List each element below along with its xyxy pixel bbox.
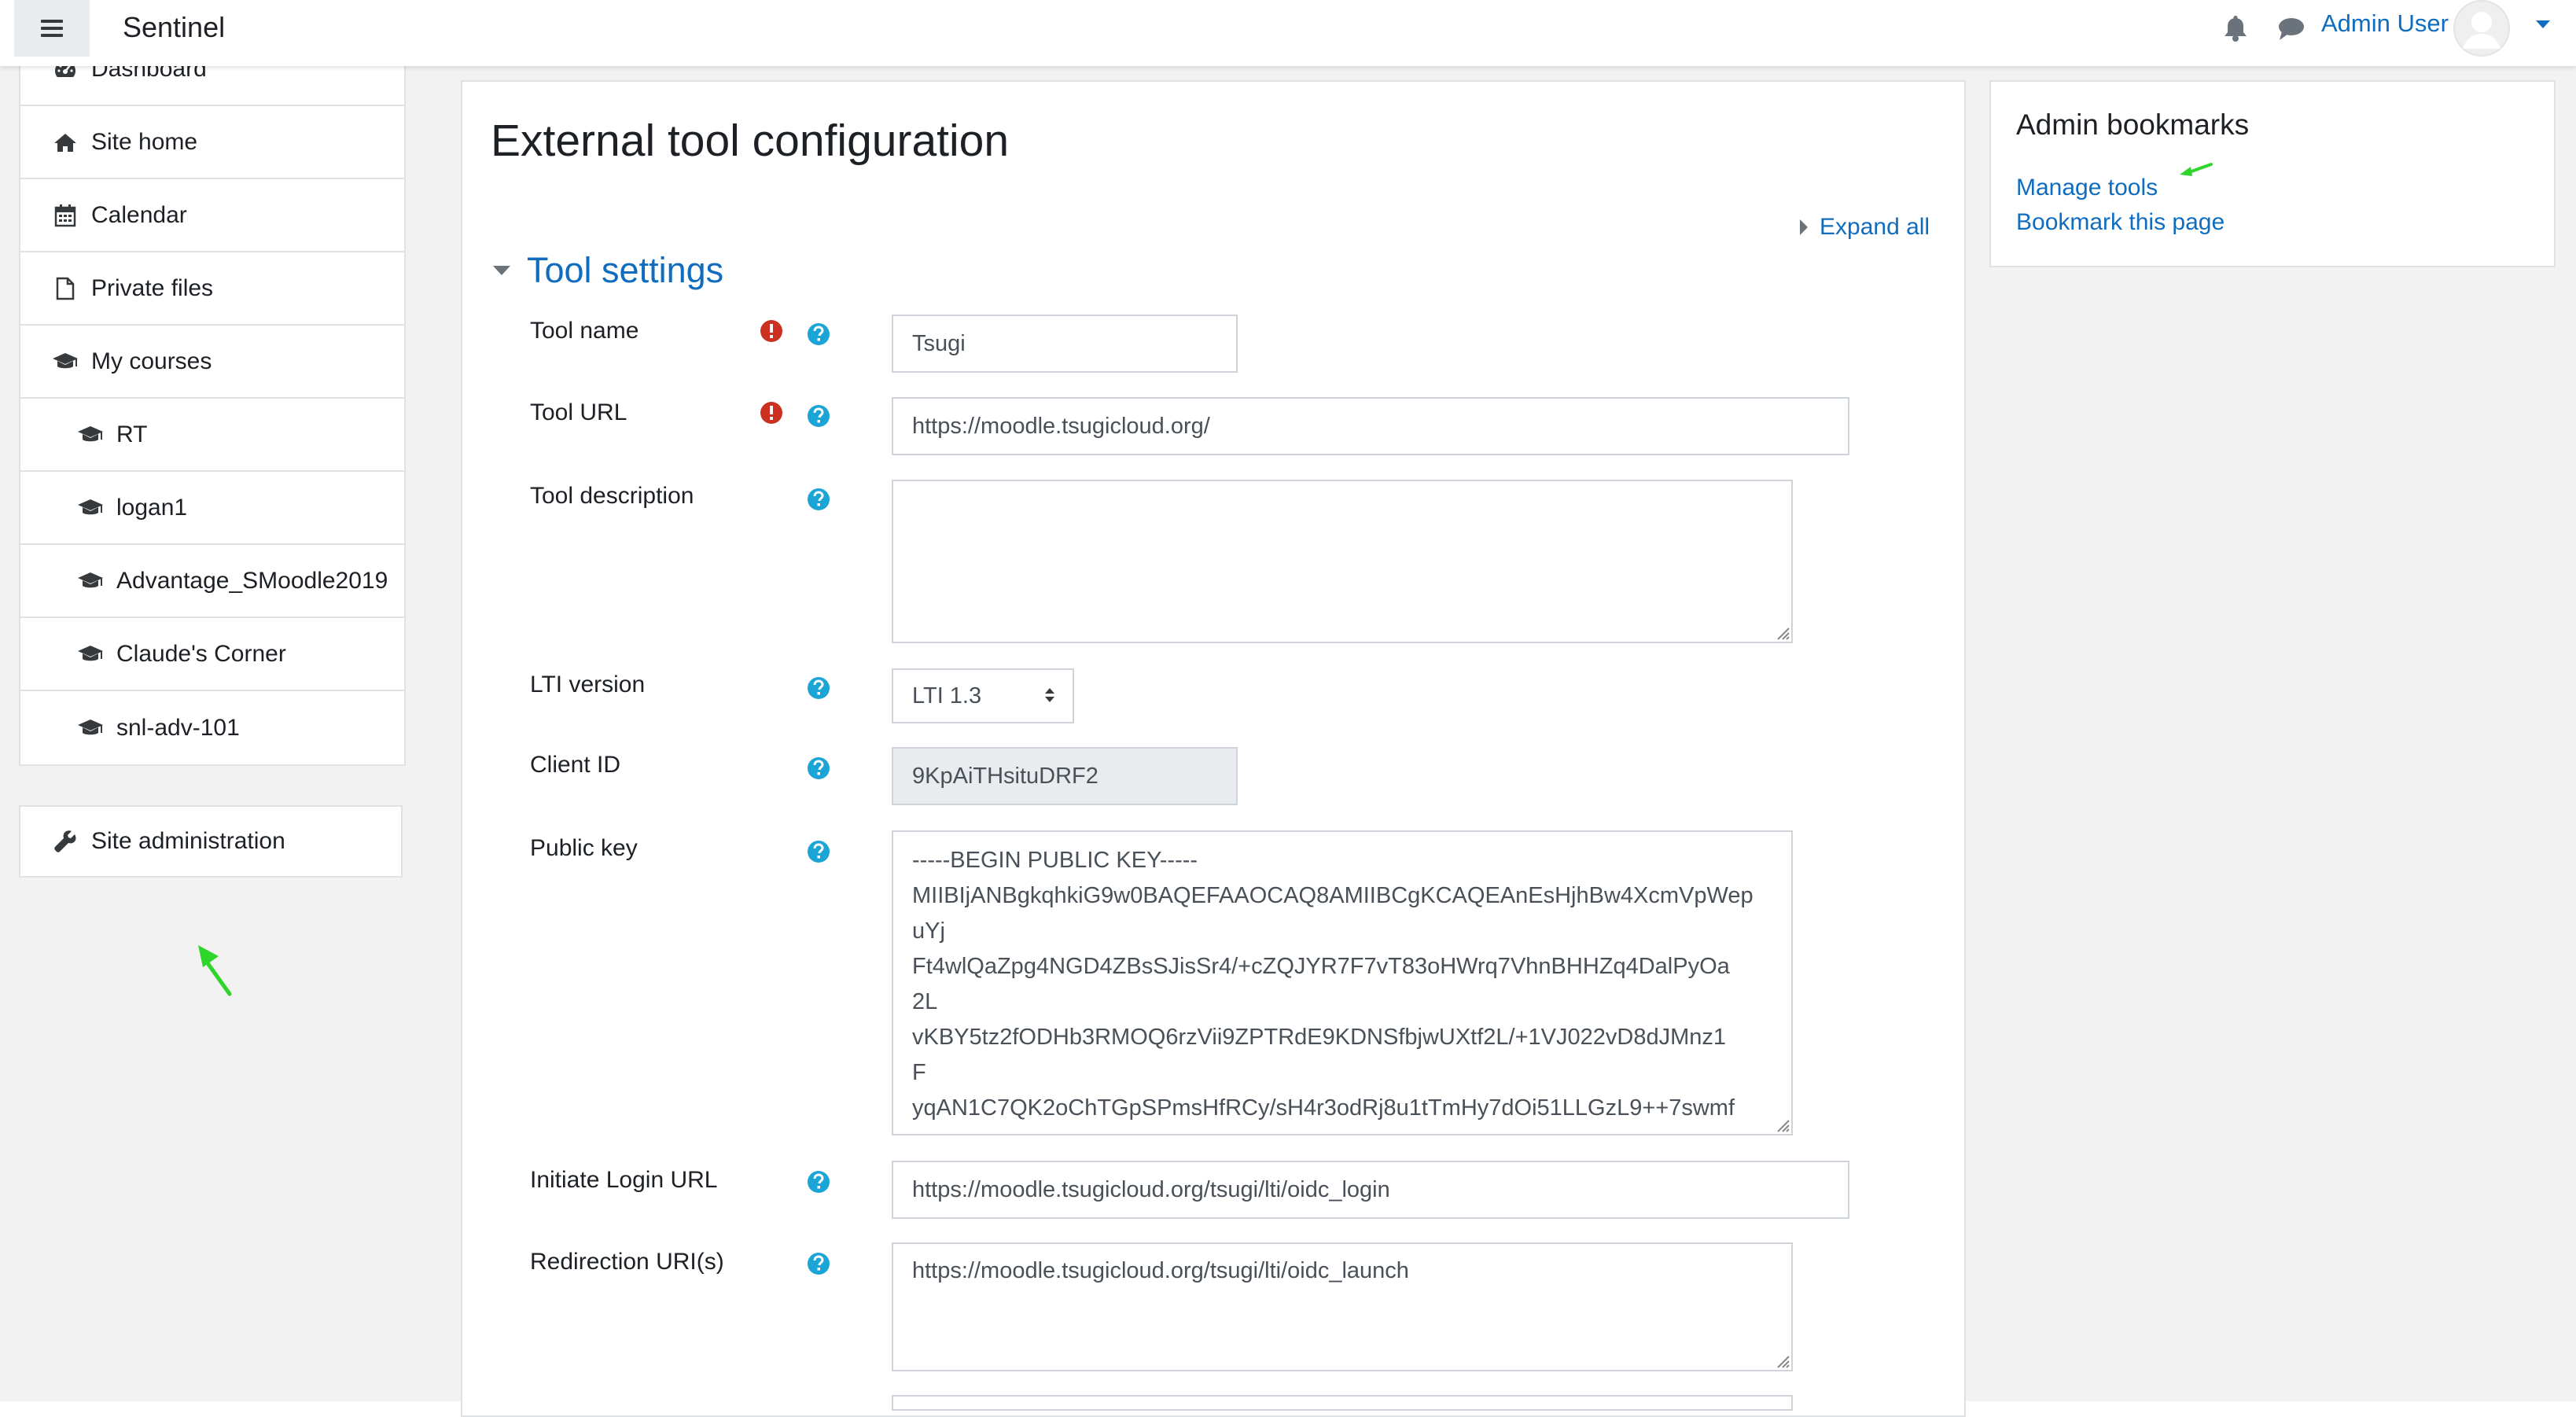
next-field-partial[interactable] xyxy=(892,1395,1793,1411)
resize-grip-icon[interactable] xyxy=(1774,1353,1790,1368)
nav-item-label: Calendar xyxy=(91,201,187,228)
admin-bookmarks-title: Admin bookmarks xyxy=(2016,109,2250,141)
graduation-cap-icon xyxy=(77,715,104,742)
wrench-icon xyxy=(52,828,79,855)
calendar-icon xyxy=(52,202,79,229)
select-arrows-icon xyxy=(1044,686,1055,705)
resize-grip-icon[interactable] xyxy=(1774,1117,1790,1132)
chat-bubble-icon[interactable] xyxy=(2277,17,2306,41)
top-navbar: Sentinel Admin User xyxy=(0,0,2576,66)
nav-item-label: Private files xyxy=(91,274,214,301)
nav-item-label: Site administration xyxy=(91,828,285,854)
tool-description-textarea[interactable] xyxy=(892,480,1793,643)
public-key-textarea[interactable]: -----BEGIN PUBLIC KEY----- MIIBIjANBgkqh… xyxy=(892,830,1793,1135)
site-administration-box: Site administration xyxy=(19,805,403,878)
help-icon[interactable] xyxy=(807,1252,830,1275)
nav-item-label: My courses xyxy=(91,348,212,374)
graduation-cap-icon xyxy=(77,641,104,668)
graduation-cap-icon xyxy=(77,421,104,448)
section-toggle-tool-settings[interactable]: Tool settings xyxy=(492,250,723,291)
client-id-input[interactable]: 9KpAiTHsituDRF2 xyxy=(892,747,1238,805)
nav-course-snl-adv-101[interactable]: snl-adv-101 xyxy=(20,691,404,764)
chevron-right-icon xyxy=(1799,219,1809,236)
nav-course-claudes-corner[interactable]: Claude's Corner xyxy=(20,618,404,691)
chevron-down-icon[interactable] xyxy=(2535,19,2551,30)
nav-item-private-files[interactable]: Private files xyxy=(20,252,404,326)
lti-version-value: LTI 1.3 xyxy=(912,683,982,708)
bookmark-this-page-link[interactable]: Bookmark this page xyxy=(2016,209,2225,236)
initiate-login-url-input[interactable]: https://moodle.tsugicloud.org/tsugi/lti/… xyxy=(892,1161,1849,1219)
redirection-uris-textarea[interactable]: https://moodle.tsugicloud.org/tsugi/lti/… xyxy=(892,1242,1793,1371)
public-key-label: Public key xyxy=(530,835,638,861)
client-id-label: Client ID xyxy=(530,752,621,778)
course-label: Claude's Corner xyxy=(116,640,286,667)
user-menu-name[interactable]: Admin User xyxy=(2321,9,2449,38)
graduation-cap-icon xyxy=(52,348,79,375)
tool-description-label: Tool description xyxy=(530,483,694,509)
graduation-cap-icon xyxy=(77,495,104,521)
required-icon xyxy=(760,401,783,425)
nav-course-advantage[interactable]: Advantage_SMoodle2019 xyxy=(20,545,404,618)
help-icon[interactable] xyxy=(807,840,830,863)
help-icon[interactable] xyxy=(807,488,830,511)
course-label: snl-adv-101 xyxy=(116,714,240,741)
nav-course-rt[interactable]: RT xyxy=(20,399,404,472)
help-icon[interactable] xyxy=(807,756,830,780)
annotation-arrow-icon xyxy=(195,944,234,997)
graduation-cap-icon xyxy=(77,568,104,594)
lti-version-select[interactable]: LTI 1.3 xyxy=(892,668,1074,723)
expand-all-link[interactable]: Expand all xyxy=(1799,214,1930,241)
tool-url-label: Tool URL xyxy=(530,399,627,425)
nav-list: Dashboard Site home Calendar Private fil… xyxy=(19,31,406,766)
help-icon[interactable] xyxy=(807,676,830,700)
annotation-arrow-icon xyxy=(2178,162,2214,178)
nav-course-logan1[interactable]: logan1 xyxy=(20,472,404,545)
site-name[interactable]: Sentinel xyxy=(123,11,225,44)
redirection-uris-value: https://moodle.tsugicloud.org/tsugi/lti/… xyxy=(912,1258,1409,1283)
redirection-uris-label: Redirection URI(s) xyxy=(530,1249,724,1275)
tool-name-input[interactable]: Tsugi xyxy=(892,315,1238,373)
nav-item-my-courses[interactable]: My courses xyxy=(20,326,404,399)
home-icon xyxy=(52,129,79,156)
initiate-login-url-label: Initiate Login URL xyxy=(530,1167,718,1193)
help-icon[interactable] xyxy=(807,1170,830,1194)
tool-url-input[interactable]: https://moodle.tsugicloud.org/ xyxy=(892,397,1849,455)
page-title: External tool configuration xyxy=(491,116,1010,166)
course-label: logan1 xyxy=(116,494,188,521)
course-label: RT xyxy=(116,421,148,447)
nav-item-site-home[interactable]: Site home xyxy=(20,106,404,179)
lti-version-label: LTI version xyxy=(530,672,646,697)
expand-all-label: Expand all xyxy=(1820,214,1930,240)
help-icon[interactable] xyxy=(807,404,830,428)
manage-tools-link[interactable]: Manage tools xyxy=(2016,175,2158,201)
hamburger-menu-icon[interactable] xyxy=(14,0,90,57)
tool-name-label: Tool name xyxy=(530,318,639,344)
avatar[interactable] xyxy=(2453,0,2510,57)
required-icon xyxy=(760,319,783,343)
help-icon[interactable] xyxy=(807,322,830,346)
bell-icon[interactable] xyxy=(2222,14,2249,42)
file-icon xyxy=(52,275,79,302)
course-label: Advantage_SMoodle2019 xyxy=(116,567,388,594)
nav-item-calendar[interactable]: Calendar xyxy=(20,179,404,252)
nav-item-site-administration[interactable]: Site administration xyxy=(20,807,401,876)
section-title: Tool settings xyxy=(527,250,724,290)
nav-item-label: Site home xyxy=(91,128,198,155)
chevron-down-icon xyxy=(492,265,511,276)
resize-grip-icon[interactable] xyxy=(1774,624,1790,640)
public-key-value: -----BEGIN PUBLIC KEY----- MIIBIjANBgkqh… xyxy=(912,848,1754,1121)
